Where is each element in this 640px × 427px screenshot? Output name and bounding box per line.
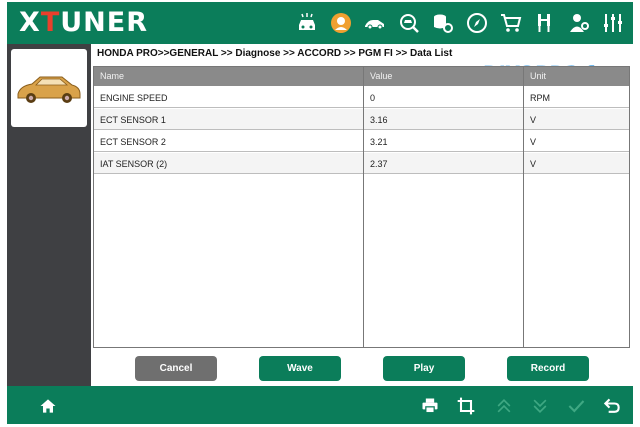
xtuner-logo: XTUNER xyxy=(19,8,148,38)
compass-icon[interactable] xyxy=(463,9,491,37)
database-gear-icon[interactable] xyxy=(429,9,457,37)
play-button[interactable]: Play xyxy=(383,356,465,381)
row-value: 0 xyxy=(370,93,376,103)
shopping-cart-icon[interactable] xyxy=(497,9,525,37)
column-header-value[interactable]: Value xyxy=(370,71,392,81)
breadcrumb: HONDA PRO>>GENERAL >> Diagnose >> ACCORD… xyxy=(97,48,453,59)
car-search-icon[interactable] xyxy=(395,9,423,37)
vehicle-thumbnail[interactable] xyxy=(11,49,87,127)
print-icon[interactable] xyxy=(419,395,441,417)
row-unit: V xyxy=(530,115,537,125)
table-header: Name Value Unit xyxy=(94,67,629,86)
logo-rest: UNER xyxy=(60,7,149,38)
column-divider xyxy=(363,67,364,347)
row-value: 2.37 xyxy=(370,159,388,169)
car-icon xyxy=(17,76,81,103)
row-value: 3.21 xyxy=(370,137,388,147)
crop-icon[interactable] xyxy=(455,395,477,417)
row-value: 3.16 xyxy=(370,115,388,125)
row-name: IAT SENSOR (2) xyxy=(100,159,168,169)
sidebar xyxy=(7,44,91,386)
column-header-name[interactable]: Name xyxy=(100,71,124,81)
table-row[interactable]: IAT SENSOR (2) 2.37 V xyxy=(94,153,629,174)
main-content: HONDA PRO>>GENERAL >> Diagnose >> ACCORD… xyxy=(91,44,633,386)
row-unit: V xyxy=(530,137,537,147)
logo-t: T xyxy=(40,7,61,38)
action-bar: Cancel Wave Play Record xyxy=(91,348,633,386)
page-up-icon[interactable] xyxy=(493,395,515,417)
row-unit: V xyxy=(530,159,537,169)
home-icon[interactable] xyxy=(37,395,59,417)
row-name: ECT SENSOR 1 xyxy=(100,115,166,125)
top-toolbar xyxy=(293,9,627,37)
column-header-unit[interactable]: Unit xyxy=(530,71,546,81)
mechanic-icon[interactable] xyxy=(327,9,355,37)
wave-button[interactable]: Wave xyxy=(259,356,341,381)
user-settings-icon[interactable] xyxy=(565,9,593,37)
bottom-bar xyxy=(7,386,633,424)
page-down-icon[interactable] xyxy=(529,395,551,417)
cancel-button[interactable]: Cancel xyxy=(135,356,217,381)
logo-x: X xyxy=(19,7,41,38)
check-icon[interactable] xyxy=(565,395,587,417)
car-wash-icon[interactable] xyxy=(293,9,321,37)
row-name: ENGINE SPEED xyxy=(100,93,168,103)
table-row[interactable]: ECT SENSOR 1 3.16 V xyxy=(94,109,629,130)
row-name: ECT SENSOR 2 xyxy=(100,137,166,147)
top-bar: XTUNER xyxy=(7,2,633,44)
record-button[interactable]: Record xyxy=(507,356,589,381)
row-unit: RPM xyxy=(530,93,550,103)
back-icon[interactable] xyxy=(601,395,623,417)
sports-car-icon[interactable] xyxy=(361,9,389,37)
table-row[interactable]: ECT SENSOR 2 3.21 V xyxy=(94,131,629,152)
sensor-icon[interactable] xyxy=(531,9,559,37)
table-row[interactable]: ENGINE SPEED 0 RPM xyxy=(94,87,629,108)
column-divider xyxy=(523,67,524,347)
sliders-icon[interactable] xyxy=(599,9,627,37)
data-list-table: Name Value Unit ENGINE SPEED 0 RPM ECT S… xyxy=(93,66,630,348)
